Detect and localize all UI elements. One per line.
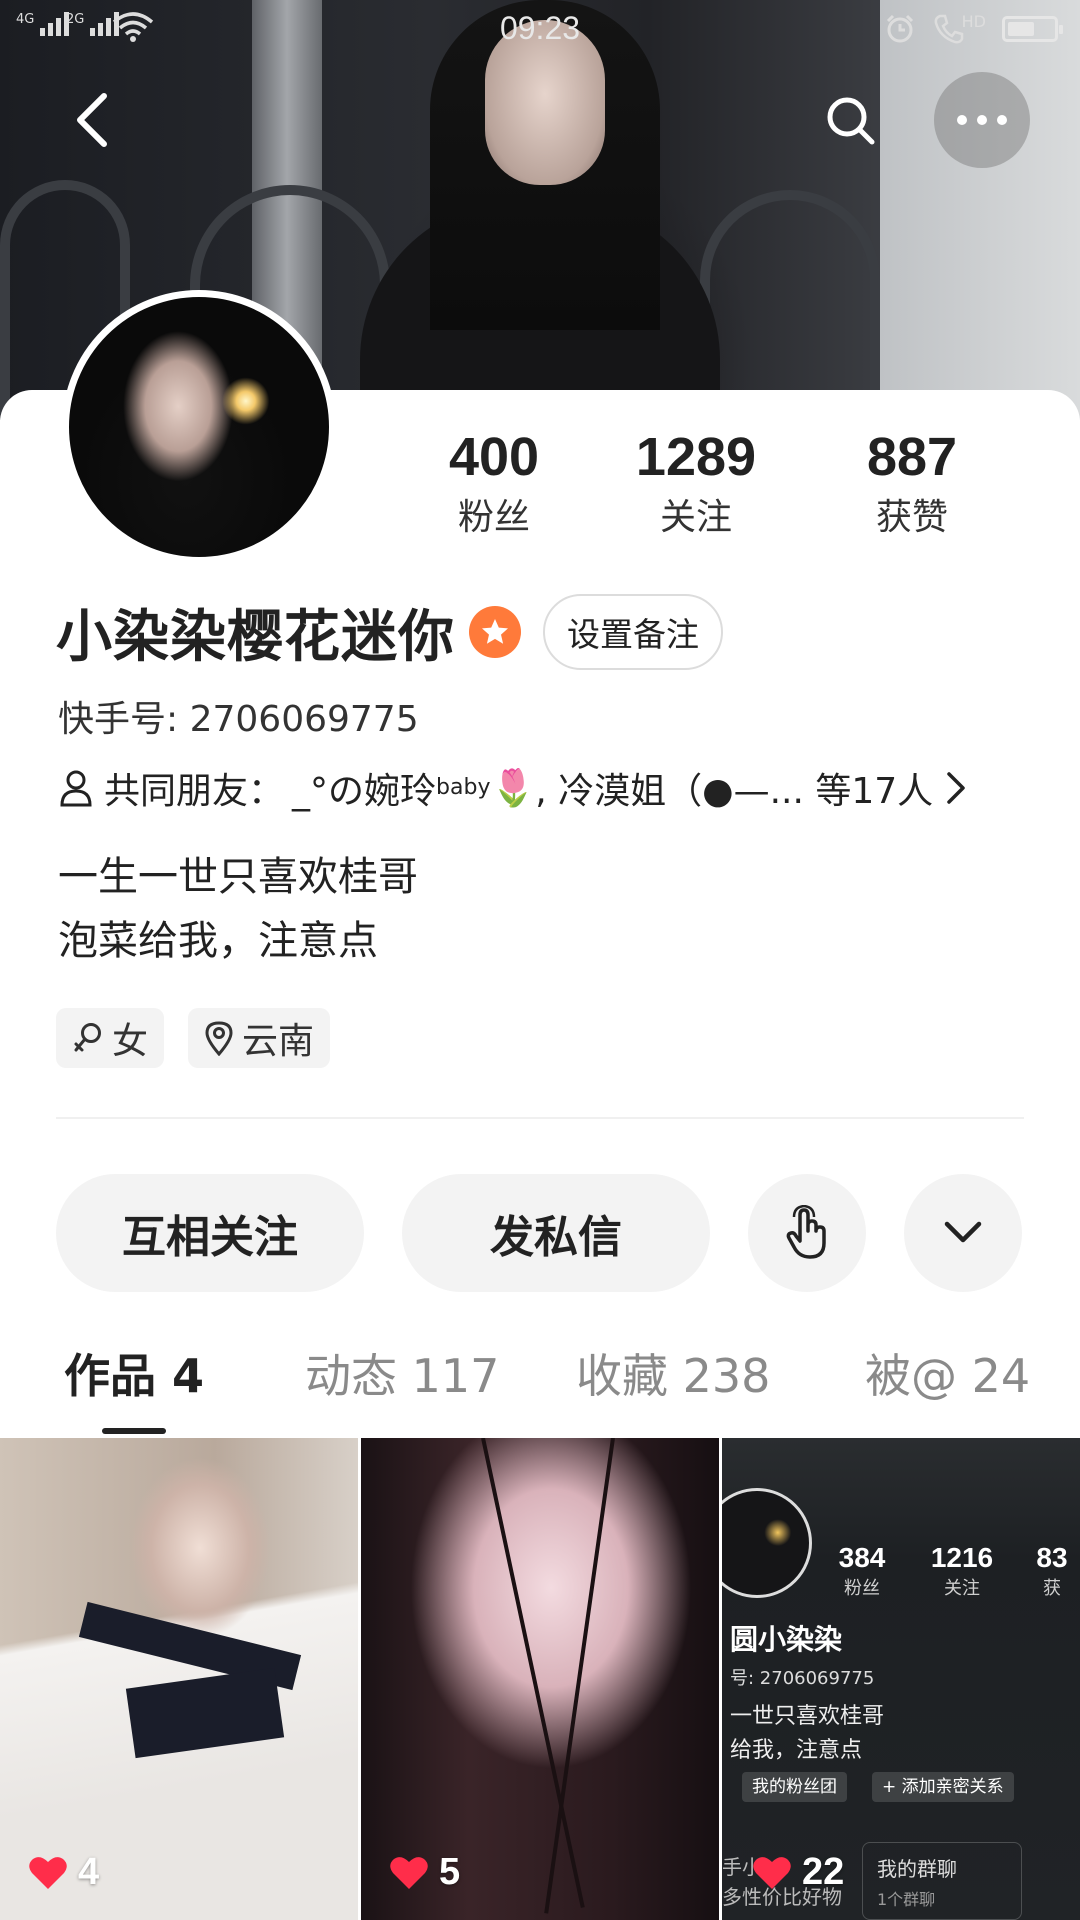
like-count-value: 22 — [802, 1851, 845, 1893]
chevron-right-icon — [947, 772, 965, 804]
preview-stat: 83 获 — [1036, 1542, 1068, 1599]
stat-label: 粉丝 — [457, 497, 530, 538]
like-count: 4 — [28, 1851, 99, 1894]
mutual-friends-rest: , 冷漠姐（●—... 等17人 — [535, 771, 934, 812]
poke-button[interactable] — [748, 1174, 866, 1292]
female-icon — [74, 1023, 101, 1052]
thumbnail-detail — [481, 1438, 585, 1908]
works-grid: 4 5 384 粉丝 1216 关注 83 获 圆小染染 号: 2706069775 … — [0, 1438, 1080, 1920]
back-button[interactable] — [44, 72, 140, 168]
preview-bio: 一世只喜欢桂哥 给我，注意点 — [730, 1704, 885, 1763]
thumbnail-detail — [544, 1438, 615, 1914]
more-button[interactable] — [934, 72, 1030, 168]
tab-moments[interactable]: 动态 117 — [305, 1340, 499, 1412]
tag-gender: 女 — [56, 1008, 165, 1068]
stat-followers[interactable]: 400 粉丝 — [400, 425, 588, 543]
like-count-value: 4 — [78, 1851, 100, 1893]
cover-railing — [700, 190, 880, 420]
stat-label: 关注 — [659, 497, 732, 538]
mutual-friends-row[interactable]: 共同朋友： _°の婉玲 baby 🌷 , 冷漠姐（●—... 等17人 — [58, 762, 1018, 814]
divider — [56, 1117, 1024, 1119]
search-button[interactable] — [802, 72, 898, 168]
cover-cabinet — [880, 0, 1080, 420]
tag-location: 云南 — [188, 1008, 331, 1068]
stat-following[interactable]: 1289 关注 — [588, 425, 804, 543]
mutual-follow-button[interactable]: 互相关注 — [56, 1174, 364, 1292]
set-remark-button[interactable]: 设置备注 — [543, 594, 723, 670]
expand-button[interactable] — [904, 1174, 1022, 1292]
mutual-friend-name: _°の婉玲 — [292, 771, 437, 812]
tab-works[interactable]: 作品 4 — [64, 1340, 204, 1412]
hd-call-icon: HD — [932, 12, 986, 46]
name-row: 小染染樱花迷你 设置备注 — [56, 594, 723, 670]
star-badge-icon[interactable] — [469, 606, 521, 658]
work-tile[interactable]: 5 — [361, 1438, 719, 1920]
like-count: 5 — [389, 1851, 460, 1894]
tulip-emoji: 🌷 — [490, 768, 536, 809]
person-icon — [60, 770, 92, 807]
thumbnail-detail — [125, 1667, 285, 1759]
preview-id: 号: 2706069775 — [730, 1668, 875, 1689]
heart-icon — [29, 1856, 67, 1889]
work-tile[interactable]: 4 — [0, 1438, 358, 1920]
more-horizontal-icon — [957, 115, 1007, 125]
heart-icon — [753, 1856, 791, 1889]
stat-value: 400 — [448, 427, 540, 487]
search-icon — [827, 97, 875, 145]
battery-icon — [1002, 16, 1063, 42]
username: 小染染樱花迷你 — [56, 604, 455, 670]
like-count: 22 — [752, 1851, 844, 1894]
profile-stats: 400 粉丝 1289 关注 887 获赞 — [400, 425, 1020, 543]
tag-label: 云南 — [242, 1021, 315, 1062]
preview-stat: 384 粉丝 — [838, 1542, 886, 1599]
chevron-down-icon — [944, 1221, 982, 1243]
send-message-button[interactable]: 发私信 — [402, 1174, 710, 1292]
like-count-value: 5 — [439, 1851, 461, 1893]
bio: 一生一世只喜欢桂哥 泡菜给我，注意点 — [58, 845, 418, 973]
preview-avatar — [722, 1488, 812, 1598]
action-buttons: 互相关注 发私信 — [56, 1174, 1022, 1292]
stat-likes[interactable]: 887 获赞 — [804, 425, 1020, 543]
preview-pill: + 添加亲密关系 — [872, 1772, 1014, 1802]
alarm-icon — [886, 14, 913, 43]
status-bar: 4G 2G 09:23 HD — [0, 0, 1080, 56]
heart-icon — [390, 1856, 428, 1889]
bio-line: 一生一世只喜欢桂哥 — [58, 854, 418, 900]
stat-label: 获赞 — [875, 497, 948, 538]
bio-line: 泡菜给我，注意点 — [58, 918, 378, 964]
avatar[interactable] — [62, 290, 336, 564]
location-pin-icon — [205, 1021, 233, 1056]
chevron-left-icon — [77, 93, 107, 147]
work-tile[interactable]: 384 粉丝 1216 关注 83 获 圆小染染 号: 2706069775 一世只喜… — [722, 1438, 1080, 1920]
preview-stat: 1216 关注 — [930, 1542, 994, 1599]
preview-name: 圆小染染 — [730, 1623, 843, 1656]
preview-pill: 我的粉丝团 — [742, 1772, 847, 1802]
active-tab-indicator — [102, 1428, 166, 1434]
kuaishou-id: 快手号: 2706069775 — [58, 699, 419, 740]
stat-value: 887 — [866, 427, 958, 487]
stat-value: 1289 — [635, 427, 757, 487]
profile-tags: 女 云南 — [56, 1008, 331, 1068]
preview-group-card: 我的群聊 1个群聊 — [862, 1842, 1022, 1920]
content-tabs: 作品 4 动态 117 收藏 238 被@ 24 — [0, 1340, 1080, 1434]
tap-hand-icon — [786, 1205, 826, 1259]
tab-mentions[interactable]: 被@ 24 — [865, 1340, 1030, 1412]
mutual-friends-prefix: 共同朋友： — [104, 771, 285, 812]
tab-favorites[interactable]: 收藏 238 — [576, 1340, 770, 1412]
tag-label: 女 — [112, 1021, 149, 1062]
